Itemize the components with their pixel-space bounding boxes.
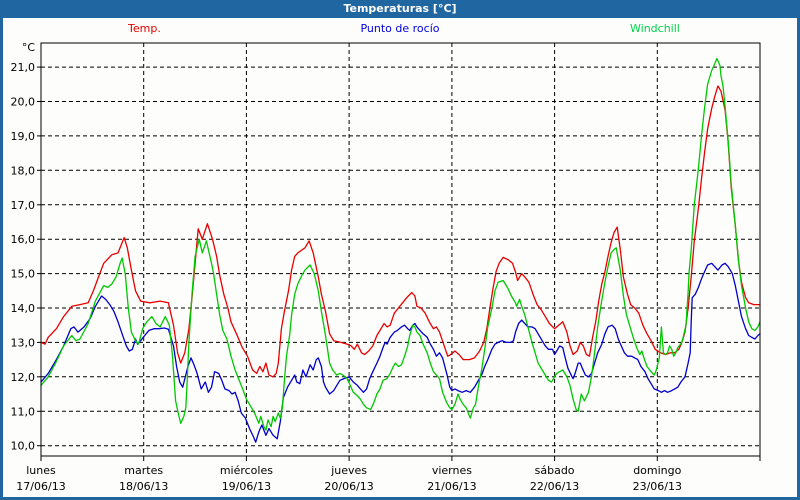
y-tick-label: 19,0 xyxy=(11,130,36,143)
y-tick-label: 16,0 xyxy=(11,233,36,246)
y-tick-label: 11,0 xyxy=(11,405,36,418)
x-day-label: viernes xyxy=(432,464,472,477)
x-date-label: 22/06/13 xyxy=(530,480,579,493)
series-line-windchill xyxy=(41,59,760,431)
y-tick-label: 15,0 xyxy=(11,268,36,281)
x-date-label: 23/06/13 xyxy=(633,480,682,493)
series-line-temp- xyxy=(41,86,760,377)
plot-frame xyxy=(41,43,760,456)
x-date-label: 19/06/13 xyxy=(222,480,271,493)
x-day-label: martes xyxy=(124,464,163,477)
x-day-label: miércoles xyxy=(220,464,273,477)
y-tick-label: 17,0 xyxy=(11,199,36,212)
temperature-line-chart: 10,0 11,0 12,0 13,0 14,0 15,0 16,0 17,0 18,0 19,0… xyxy=(0,0,800,500)
x-day-label: sábado xyxy=(535,464,575,477)
x-day-label: jueves xyxy=(330,464,367,477)
y-tick-label: 20,0 xyxy=(11,96,36,109)
y-tick-label: 21,0 xyxy=(11,61,36,74)
y-tick-label: 14,0 xyxy=(11,302,36,315)
series-line-punto-de-roc-o xyxy=(41,263,760,442)
x-day-label: domingo xyxy=(633,464,681,477)
y-tick-label: 12,0 xyxy=(11,371,36,384)
x-date-label: 20/06/13 xyxy=(324,480,373,493)
y-tick-label: 10,0 xyxy=(11,440,36,453)
x-date-label: 21/06/13 xyxy=(427,480,476,493)
y-tick-label: 18,0 xyxy=(11,164,36,177)
x-day-label: lunes xyxy=(26,464,56,477)
window-border-left xyxy=(0,18,3,500)
x-date-label: 18/06/13 xyxy=(119,480,168,493)
y-axis-unit-label: °C xyxy=(22,41,36,54)
weather-chart-window: Temperaturas [°C] Temp. Punto de rocío W… xyxy=(0,0,800,500)
x-date-label: 17/06/13 xyxy=(16,480,65,493)
y-tick-label: 13,0 xyxy=(11,336,36,349)
